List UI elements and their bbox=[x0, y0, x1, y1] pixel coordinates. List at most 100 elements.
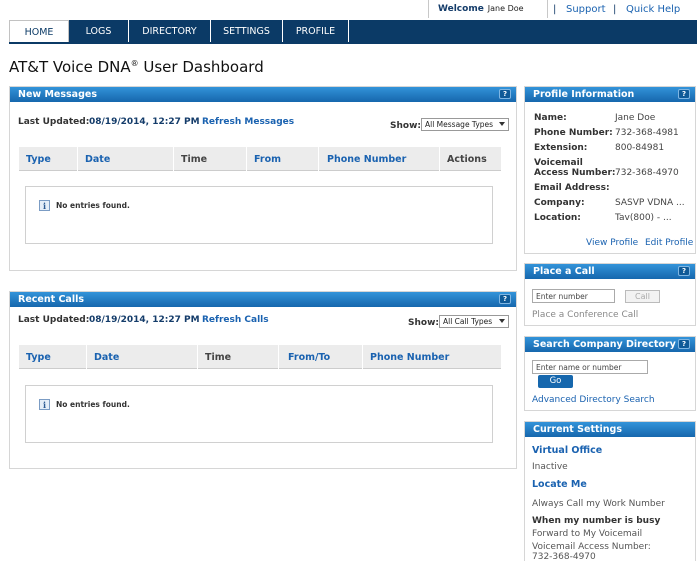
separator: | bbox=[553, 4, 557, 15]
directory-search-input[interactable]: Enter name or number bbox=[532, 360, 648, 374]
current-settings-header: Current Settings bbox=[525, 422, 695, 437]
messages-table-header: Type Date Time From Phone Number Actions bbox=[19, 147, 501, 171]
help-icon[interactable]: ? bbox=[678, 89, 690, 99]
info-icon: i bbox=[39, 200, 50, 211]
welcome-label: Welcome bbox=[438, 4, 484, 14]
current-settings-panel: Current Settings Virtual Office Inactive… bbox=[524, 421, 696, 561]
last-updated-value: 08/19/2014, 12:27 PM bbox=[89, 117, 200, 127]
voicemail-value: 732-368-4970 bbox=[615, 168, 679, 178]
panel-title: New Messages bbox=[18, 89, 97, 100]
voicemail-label: Voicemail bbox=[534, 158, 583, 168]
virtual-office-status: Inactive bbox=[532, 462, 568, 472]
email-label: Email Address: bbox=[534, 183, 610, 193]
call-button[interactable]: Call bbox=[625, 290, 660, 303]
chevron-down-icon bbox=[499, 122, 505, 126]
last-updated-label: Last Updated: bbox=[18, 315, 90, 325]
location-label: Location: bbox=[534, 213, 581, 223]
locate-me-status: Always Call my Work Number bbox=[532, 499, 665, 509]
separator: | bbox=[613, 4, 617, 15]
col-phone-number[interactable]: Phone Number bbox=[327, 154, 406, 165]
tab-logs[interactable]: LOGS bbox=[69, 20, 129, 42]
col-date[interactable]: Date bbox=[85, 154, 110, 165]
utility-bar: Welcome Jane Doe | Support | Quick Help bbox=[0, 0, 700, 18]
company-value: SASVP VDNA ... bbox=[615, 198, 685, 208]
refresh-messages-link[interactable]: Refresh Messages bbox=[202, 117, 294, 127]
edit-profile-link[interactable]: Edit Profile bbox=[645, 238, 693, 248]
location-value: Tav(800) - ... bbox=[615, 213, 672, 223]
info-icon: i bbox=[39, 399, 50, 410]
recent-calls-panel: Recent Calls ? Last Updated: 08/19/2014,… bbox=[9, 291, 517, 469]
conference-call-link[interactable]: Place a Conference Call bbox=[532, 310, 638, 320]
last-updated-value: 08/19/2014, 12:27 PM bbox=[89, 315, 200, 325]
message-type-select[interactable]: All Message Types bbox=[421, 118, 509, 131]
quick-help-link[interactable]: Quick Help bbox=[626, 4, 680, 15]
refresh-calls-link[interactable]: Refresh Calls bbox=[202, 315, 269, 325]
welcome-box: Welcome Jane Doe bbox=[428, 0, 548, 18]
messages-empty-state: i No entries found. bbox=[25, 186, 493, 244]
tab-home[interactable]: HOME bbox=[9, 20, 69, 42]
help-icon[interactable]: ? bbox=[499, 89, 511, 99]
panel-title: Recent Calls bbox=[18, 294, 84, 305]
panel-title: Place a Call bbox=[533, 266, 595, 277]
phone-number-input[interactable]: Enter number bbox=[532, 289, 615, 303]
locate-me-link[interactable]: Locate Me bbox=[532, 479, 587, 490]
voicemail-label-2: Access Number: bbox=[534, 168, 616, 178]
new-messages-panel: New Messages ? Last Updated: 08/19/2014,… bbox=[9, 86, 517, 271]
calls-table-header: Type Date Time From/To Phone Number bbox=[19, 345, 501, 369]
extension-label: Extension: bbox=[534, 143, 588, 153]
col-time: Time bbox=[205, 352, 232, 363]
col-from-to[interactable]: From/To bbox=[288, 352, 330, 363]
phone-value: 732-368-4981 bbox=[615, 128, 679, 138]
panel-title: Profile Information bbox=[533, 89, 635, 100]
show-label: Show: bbox=[408, 318, 439, 328]
col-time: Time bbox=[181, 154, 208, 165]
profile-header: Profile Information ? bbox=[525, 87, 695, 102]
place-call-header: Place a Call ? bbox=[525, 264, 695, 279]
panel-title: Current Settings bbox=[533, 424, 623, 435]
advanced-search-link[interactable]: Advanced Directory Search bbox=[532, 395, 655, 405]
busy-value: Forward to My Voicemail bbox=[532, 529, 643, 539]
new-messages-header: New Messages ? bbox=[10, 87, 516, 102]
col-type[interactable]: Type bbox=[26, 352, 51, 363]
empty-message: No entries found. bbox=[56, 400, 130, 409]
page-title: AT&T Voice DNA® User Dashboard bbox=[9, 58, 264, 76]
last-updated-label: Last Updated: bbox=[18, 117, 90, 127]
help-icon[interactable]: ? bbox=[678, 339, 690, 349]
phone-label: Phone Number: bbox=[534, 128, 613, 138]
name-label: Name: bbox=[534, 113, 567, 123]
call-type-select[interactable]: All Call Types bbox=[439, 315, 509, 328]
nav-underline bbox=[9, 42, 697, 44]
go-button[interactable]: Go bbox=[538, 375, 573, 388]
directory-search-header: Search Company Directory ? bbox=[525, 337, 695, 352]
voicemail-access-value: 732-368-4970 bbox=[532, 552, 596, 561]
directory-search-panel: Search Company Directory ? Enter name or… bbox=[524, 336, 696, 411]
name-value: Jane Doe bbox=[615, 113, 656, 123]
user-name: Jane Doe bbox=[487, 4, 524, 13]
main-nav: HOME LOGS DIRECTORY SETTINGS PROFILE bbox=[9, 20, 697, 42]
extension-value: 800-84981 bbox=[615, 143, 665, 153]
tab-directory[interactable]: DIRECTORY bbox=[129, 20, 211, 42]
col-actions: Actions bbox=[447, 154, 487, 165]
empty-message: No entries found. bbox=[56, 201, 130, 210]
col-date[interactable]: Date bbox=[94, 352, 119, 363]
calls-empty-state: i No entries found. bbox=[25, 385, 493, 443]
tab-profile[interactable]: PROFILE bbox=[283, 20, 349, 42]
voicemail-access-label: Voicemail Access Number: bbox=[532, 542, 651, 552]
virtual-office-link[interactable]: Virtual Office bbox=[532, 445, 602, 456]
support-link[interactable]: Support bbox=[566, 4, 606, 15]
panel-title: Search Company Directory bbox=[533, 339, 676, 350]
show-label: Show: bbox=[390, 121, 421, 131]
col-type[interactable]: Type bbox=[26, 154, 51, 165]
chevron-down-icon bbox=[499, 319, 505, 323]
profile-panel: Profile Information ? Name: Jane Doe Pho… bbox=[524, 86, 696, 254]
help-icon[interactable]: ? bbox=[499, 294, 511, 304]
help-icon[interactable]: ? bbox=[678, 266, 690, 276]
recent-calls-header: Recent Calls ? bbox=[10, 292, 516, 307]
tab-settings[interactable]: SETTINGS bbox=[211, 20, 283, 42]
busy-label: When my number is busy bbox=[532, 516, 661, 526]
col-phone-number[interactable]: Phone Number bbox=[370, 352, 449, 363]
company-label: Company: bbox=[534, 198, 585, 208]
place-call-panel: Place a Call ? Enter number Call Place a… bbox=[524, 263, 696, 326]
col-from[interactable]: From bbox=[254, 154, 281, 165]
view-profile-link[interactable]: View Profile bbox=[586, 238, 638, 248]
